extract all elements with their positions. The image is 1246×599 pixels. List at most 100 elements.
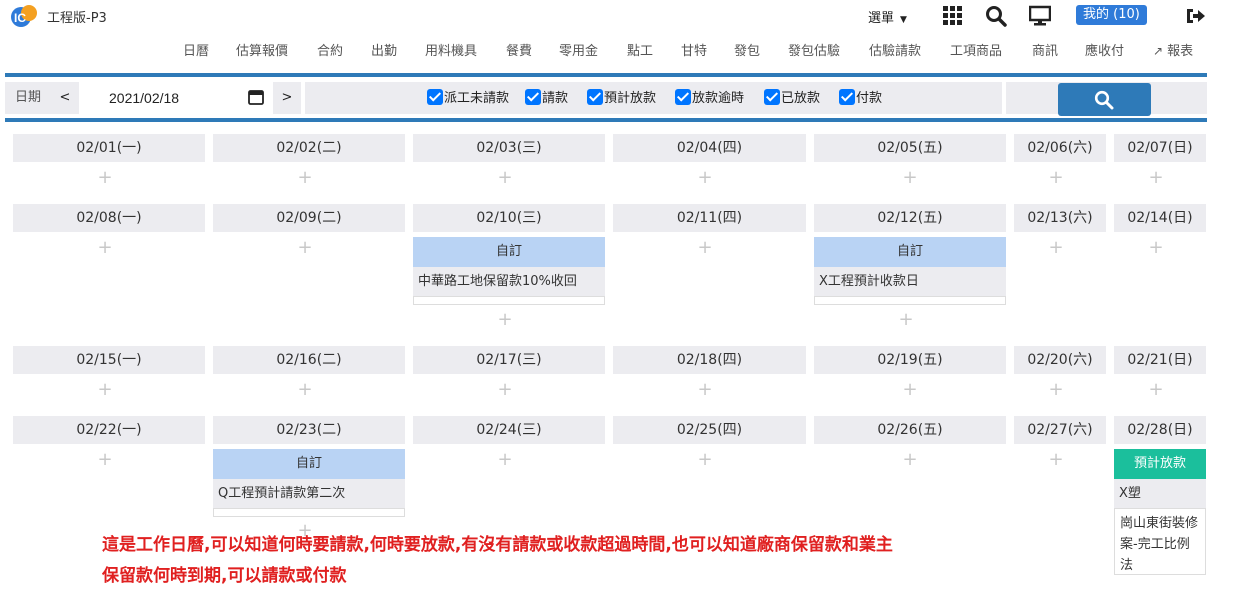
- logo-icon[interactable]: IC: [9, 3, 39, 29]
- add-icon[interactable]: +: [497, 381, 513, 399]
- add-icon[interactable]: +: [497, 311, 513, 329]
- add-icon[interactable]: +: [1048, 239, 1064, 257]
- add-icon[interactable]: +: [97, 169, 113, 187]
- add-icon[interactable]: +: [902, 381, 918, 399]
- event-title[interactable]: Q工程預計請款第二次: [213, 479, 405, 509]
- checkbox-checked-icon: [587, 89, 603, 105]
- add-icon[interactable]: +: [497, 451, 513, 469]
- calendar-event[interactable]: 自訂 X工程預計收款日: [814, 237, 1006, 305]
- add-icon[interactable]: +: [697, 169, 713, 187]
- event-title[interactable]: X工程預計收款日: [814, 267, 1006, 297]
- filter-label: 放款逾時: [692, 91, 745, 106]
- nav-item-attendance[interactable]: 出勤: [371, 40, 397, 59]
- logout-icon[interactable]: [1184, 5, 1206, 27]
- add-icon[interactable]: +: [697, 451, 713, 469]
- main-nav: 日曆 估算報價 合約 出勤 用料機具 餐費 零用金 點工 甘特 發包 發包估驗 …: [0, 40, 1246, 60]
- day-header: 02/22(一): [13, 416, 205, 444]
- status-filter-group: 派工未請款 請款 預計放款 放款逾時 已放款 付款: [305, 82, 1002, 114]
- nav-item-petty-cash[interactable]: 零用金: [559, 40, 598, 59]
- grid-icon[interactable]: [942, 5, 964, 27]
- next-date-button[interactable]: >: [273, 82, 301, 114]
- search-button[interactable]: [1058, 83, 1151, 116]
- day-header: 02/06(六): [1014, 134, 1106, 162]
- nav-item-materials[interactable]: 用料機具: [425, 40, 477, 59]
- calendar-event[interactable]: 預計放款 X塑 崗山東街裝修案-完工比例法: [1114, 449, 1206, 575]
- filter-dispatch-unbilled[interactable]: 派工未請款: [427, 87, 509, 107]
- add-icon[interactable]: +: [902, 169, 918, 187]
- my-tasks-button[interactable]: 我的 (10): [1076, 5, 1147, 25]
- date-input[interactable]: [79, 82, 273, 114]
- nav-item-work-items[interactable]: 工項商品: [950, 40, 1002, 59]
- monitor-icon[interactable]: [1029, 5, 1051, 27]
- event-type[interactable]: 自訂: [213, 449, 405, 479]
- day-header: 02/19(五): [814, 346, 1006, 374]
- event-title[interactable]: X塑: [1114, 479, 1206, 509]
- add-icon[interactable]: +: [97, 381, 113, 399]
- nav-item-day-labor[interactable]: 點工: [627, 40, 653, 59]
- prev-date-button[interactable]: <: [51, 82, 79, 114]
- nav-item-calendar[interactable]: 日曆: [183, 40, 209, 59]
- filter-payout-overdue[interactable]: 放款逾時: [675, 87, 744, 107]
- search-area: [1006, 82, 1207, 116]
- day-header: 02/28(日): [1114, 416, 1206, 444]
- add-icon[interactable]: +: [697, 381, 713, 399]
- add-icon[interactable]: +: [1148, 169, 1164, 187]
- annotation-line: 保留款何時到期,可以請款或付款: [102, 566, 347, 586]
- menu-dropdown[interactable]: 選單 ▼: [868, 7, 907, 26]
- calendar-event[interactable]: 自訂 中華路工地保留款10%收回: [413, 237, 605, 305]
- calendar-icon[interactable]: [248, 89, 264, 105]
- nav-item-subcontract-valuation[interactable]: 發包估驗: [788, 40, 840, 59]
- checkbox-checked-icon: [839, 89, 855, 105]
- nav-item-news[interactable]: 商訊: [1032, 40, 1058, 59]
- event-type[interactable]: 自訂: [413, 237, 605, 267]
- filter-paid-out[interactable]: 已放款: [764, 87, 820, 107]
- annotation-note: 這是工作日曆,可以知道何時要請款,何時要放款,有沒有請款或收款超過時間,也可以知…: [102, 530, 1092, 592]
- event-footer: [413, 297, 605, 305]
- nav-item-valuation-billing[interactable]: 估驗請款: [869, 40, 921, 59]
- add-icon[interactable]: +: [1148, 239, 1164, 257]
- day-header: 02/07(日): [1114, 134, 1206, 162]
- add-icon[interactable]: +: [1048, 451, 1064, 469]
- nav-item-contract[interactable]: 合約: [317, 40, 343, 59]
- add-icon[interactable]: +: [902, 451, 918, 469]
- event-type[interactable]: 自訂: [814, 237, 1006, 267]
- add-icon[interactable]: +: [1148, 381, 1164, 399]
- nav-item-reports[interactable]: ↗ 報表: [1153, 40, 1193, 59]
- filter-billing[interactable]: 請款: [525, 87, 568, 107]
- day-header: 02/26(五): [814, 416, 1006, 444]
- add-icon[interactable]: +: [1048, 169, 1064, 187]
- nav-item-estimate-quote[interactable]: 估算報價: [236, 40, 288, 59]
- search-icon: [1094, 90, 1114, 110]
- day-header: 02/20(六): [1014, 346, 1106, 374]
- add-icon[interactable]: +: [297, 381, 313, 399]
- toolbar-bottom-border: [5, 118, 1207, 122]
- search-icon[interactable]: [985, 5, 1007, 27]
- nav-item-gantt[interactable]: 甘特: [681, 40, 707, 59]
- day-header: 02/12(五): [814, 204, 1006, 232]
- add-icon[interactable]: +: [97, 451, 113, 469]
- add-icon[interactable]: +: [1048, 381, 1064, 399]
- add-icon[interactable]: +: [297, 169, 313, 187]
- add-icon[interactable]: +: [297, 239, 313, 257]
- event-type[interactable]: 預計放款: [1114, 449, 1206, 479]
- nav-item-receivable-payable[interactable]: 應收付: [1085, 40, 1124, 59]
- day-header: 02/23(二): [213, 416, 405, 444]
- day-header: 02/25(四): [613, 416, 806, 444]
- add-icon[interactable]: +: [697, 239, 713, 257]
- event-detail: 崗山東街裝修案-完工比例法: [1114, 509, 1206, 575]
- filter-label: 已放款: [781, 91, 821, 106]
- day-header: 02/15(一): [13, 346, 205, 374]
- day-header: 02/21(日): [1114, 346, 1206, 374]
- add-icon[interactable]: +: [497, 169, 513, 187]
- add-icon[interactable]: +: [97, 239, 113, 257]
- filter-label: 預計放款: [604, 91, 657, 106]
- nav-item-subcontract[interactable]: 發包: [734, 40, 760, 59]
- checkbox-checked-icon: [525, 89, 541, 105]
- day-header: 02/16(二): [213, 346, 405, 374]
- nav-item-meals[interactable]: 餐費: [506, 40, 532, 59]
- filter-expected-payout[interactable]: 預計放款: [587, 87, 656, 107]
- event-title[interactable]: 中華路工地保留款10%收回: [413, 267, 605, 297]
- add-icon[interactable]: +: [898, 311, 914, 329]
- calendar-event[interactable]: 自訂 Q工程預計請款第二次: [213, 449, 405, 517]
- filter-payment[interactable]: 付款: [839, 87, 882, 107]
